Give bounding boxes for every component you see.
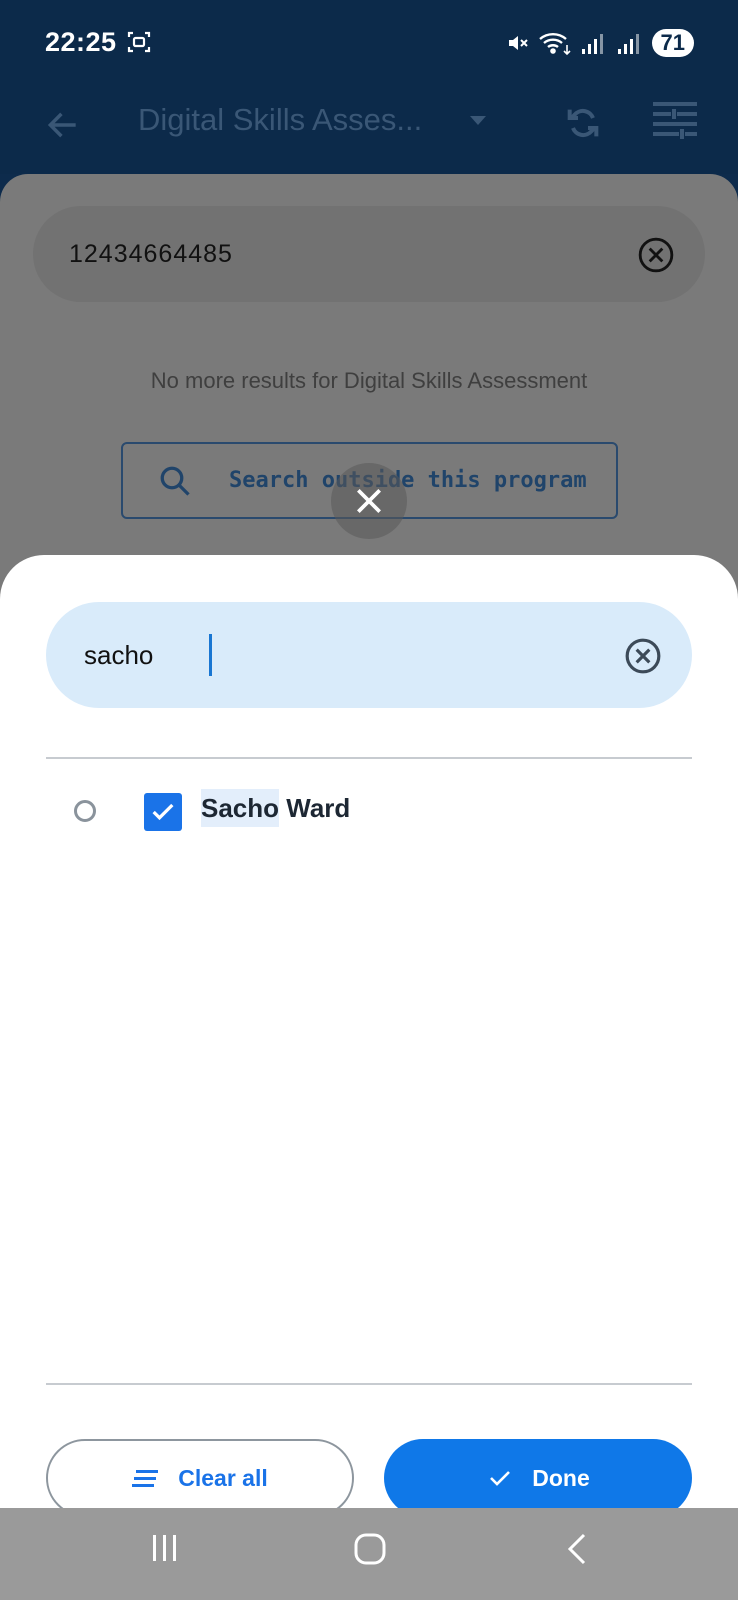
status-icons: 71 — [506, 28, 694, 58]
home-icon[interactable] — [353, 1532, 387, 1566]
clear-search-icon — [638, 237, 674, 273]
sheet-search-input[interactable] — [84, 632, 564, 678]
navigation-bar — [0, 1508, 738, 1600]
bottom-divider — [46, 1383, 692, 1385]
filter-icon[interactable] — [651, 100, 699, 142]
signal-icon — [581, 34, 603, 54]
checkbox-checked[interactable] — [144, 793, 182, 831]
clear-search-icon[interactable] — [624, 637, 662, 675]
text-caret — [209, 634, 212, 676]
result-name: Sacho Ward — [201, 789, 351, 827]
mute-icon — [508, 36, 528, 50]
check-icon — [152, 803, 174, 821]
status-time: 22:25 — [45, 27, 117, 57]
back-arrow-icon[interactable] — [44, 106, 82, 144]
background-search-bar: 12434664485 — [33, 206, 705, 302]
sheet-search-bar — [46, 602, 692, 708]
no-results-message: No more results for Digital Skills Asses… — [150, 368, 588, 393]
result-name-rest: Ward — [279, 793, 351, 823]
close-sheet-button[interactable] — [331, 463, 407, 539]
done-button[interactable]: Done — [384, 1439, 692, 1517]
clear-all-label: Clear all — [178, 1464, 268, 1491]
done-label: Done — [532, 1464, 590, 1491]
screenshot-icon — [127, 31, 151, 53]
close-icon — [357, 489, 381, 513]
background-search-value: 12434664485 — [69, 240, 233, 268]
signal-icon-2 — [617, 34, 639, 54]
selection-sheet: Sacho Ward Clear all Done — [0, 555, 738, 1517]
recent-apps-icon[interactable] — [149, 1532, 181, 1564]
battery-indicator: 71 — [651, 29, 694, 57]
search-outside-label: Search outside this program — [229, 468, 587, 493]
search-icon — [160, 466, 190, 496]
clear-all-button[interactable]: Clear all — [46, 1439, 354, 1517]
app-bar: Digital Skills Asses... — [0, 84, 738, 174]
top-divider — [46, 757, 692, 759]
dropdown-arrow-icon[interactable] — [466, 112, 490, 128]
clear-list-icon — [132, 1470, 159, 1487]
sync-icon[interactable] — [563, 101, 603, 145]
back-icon[interactable] — [565, 1532, 589, 1566]
check-icon — [490, 1471, 511, 1486]
wifi-icon — [538, 33, 571, 56]
match-highlight: Sacho — [201, 789, 280, 827]
program-title[interactable]: Digital Skills Asses... — [138, 102, 422, 138]
list-item[interactable]: Sacho Ward — [46, 776, 692, 846]
status-bar: 22:25 71 — [0, 0, 738, 84]
radio-button[interactable] — [74, 800, 96, 822]
